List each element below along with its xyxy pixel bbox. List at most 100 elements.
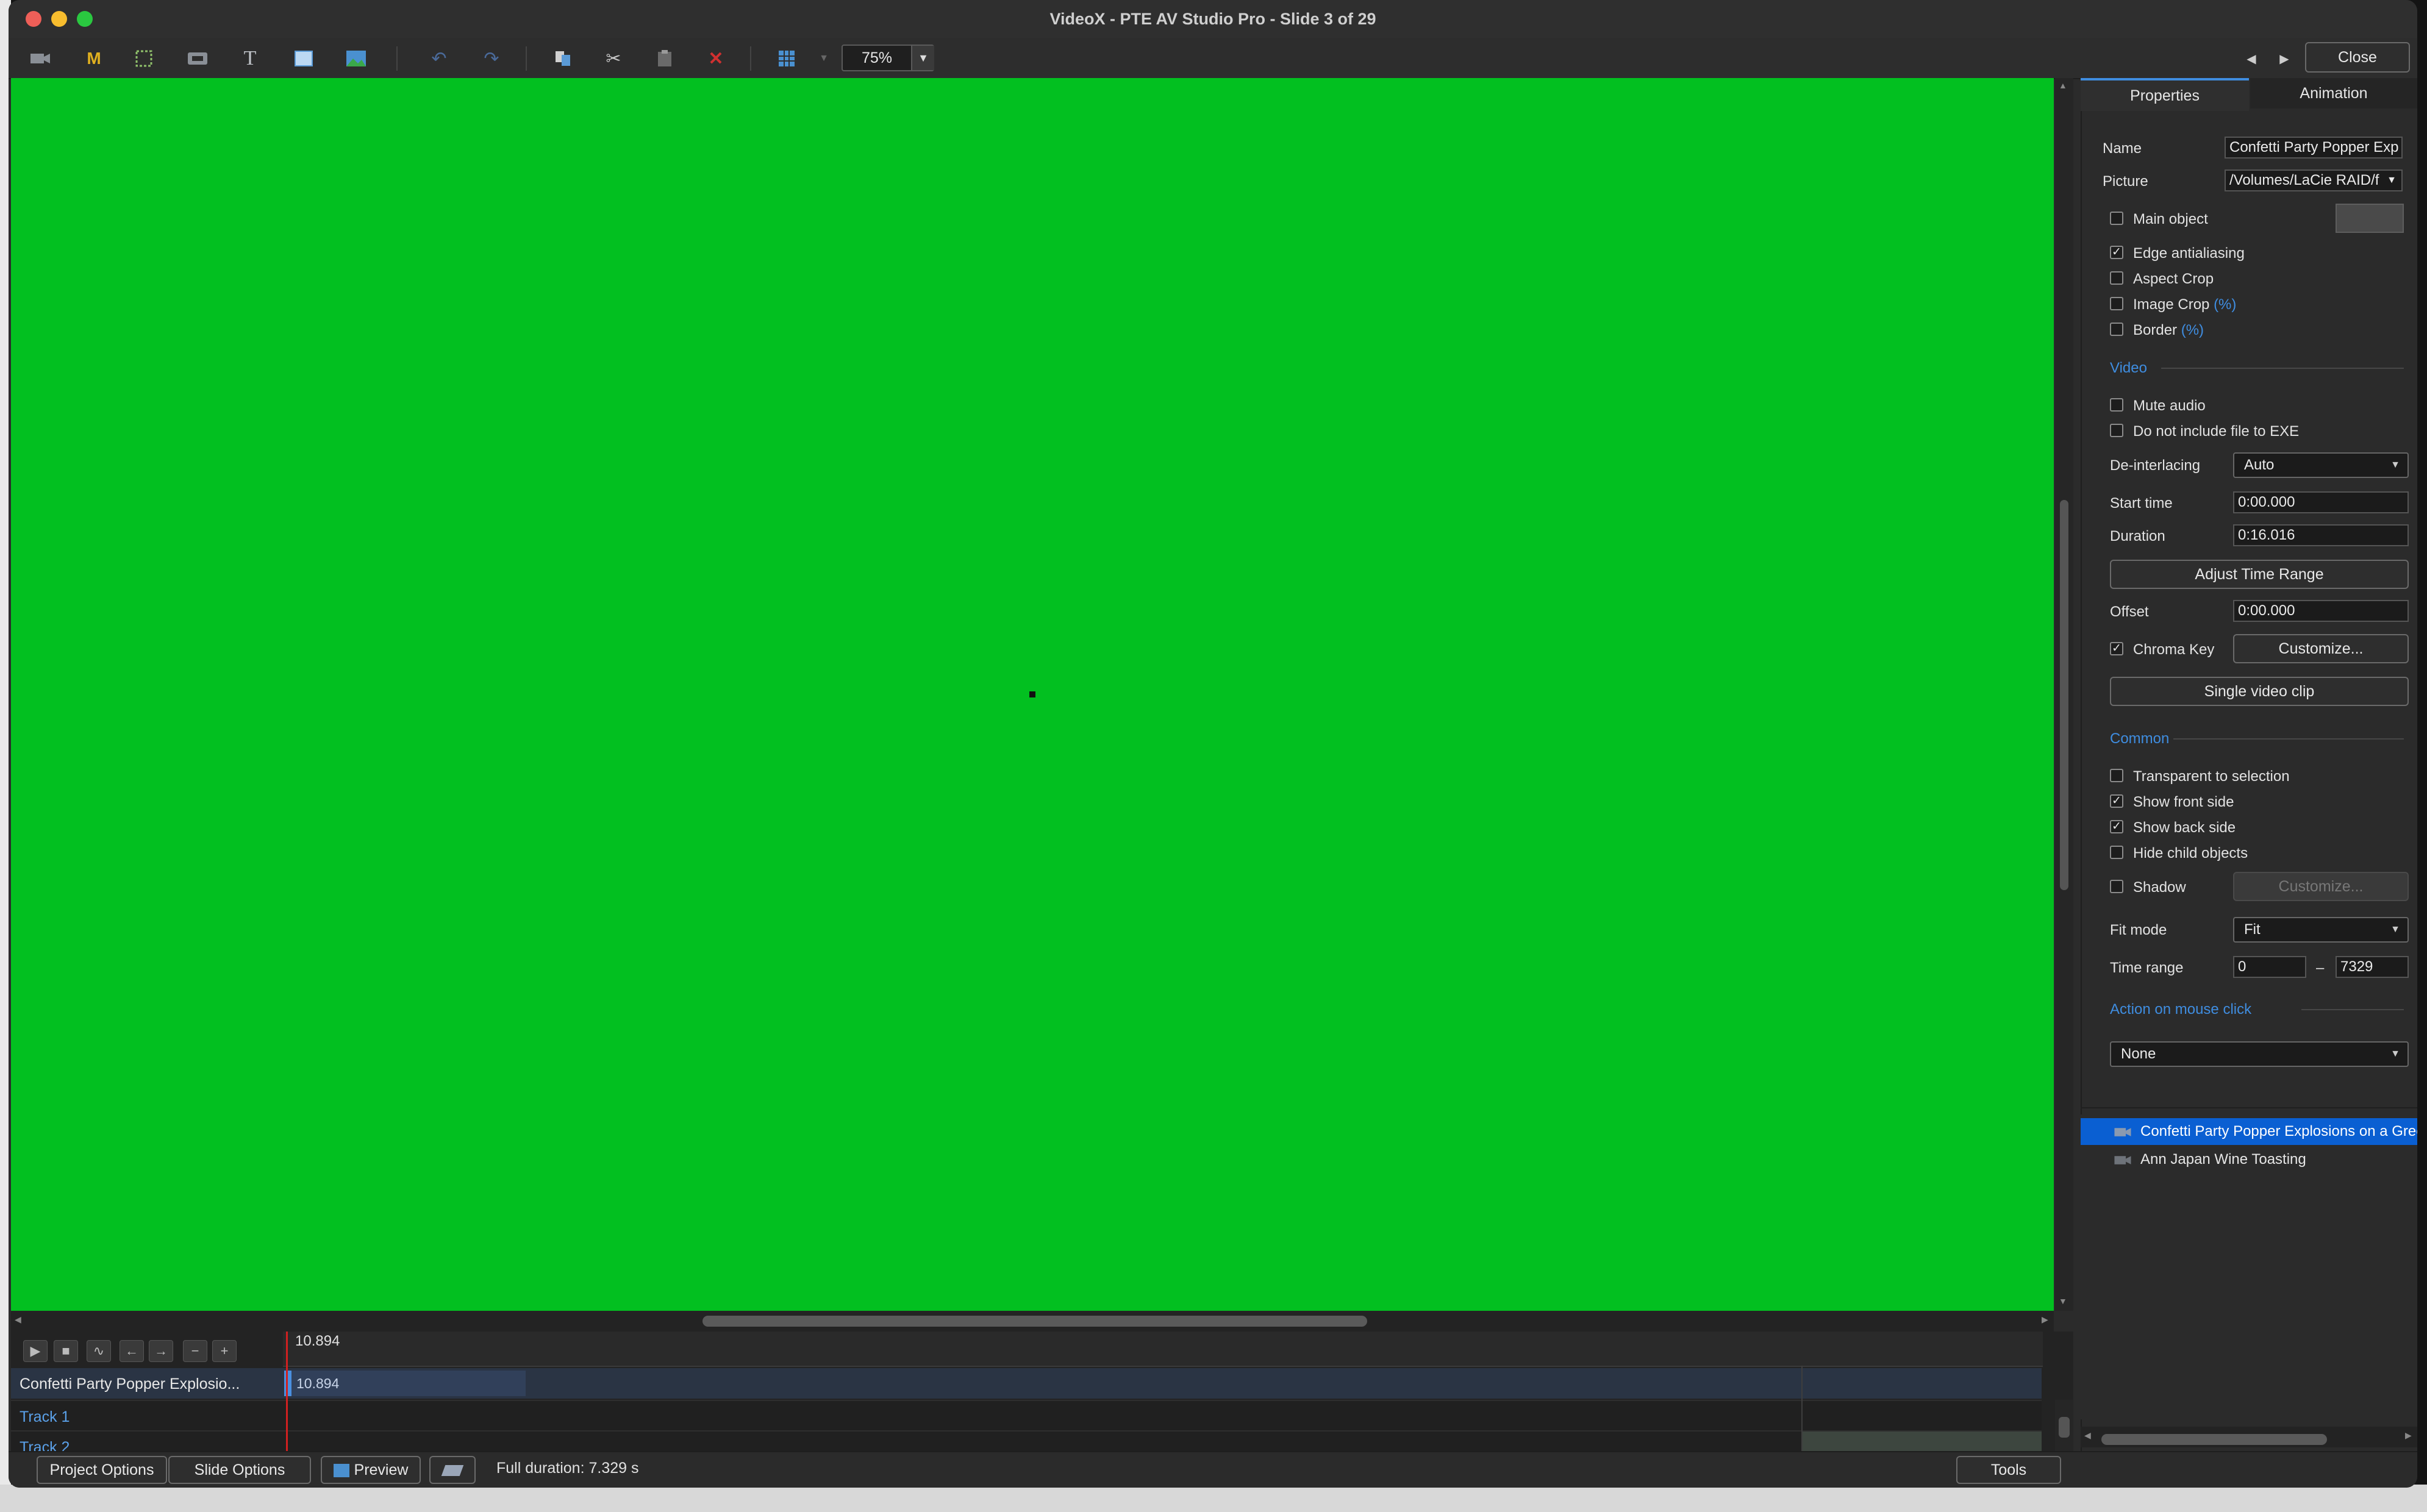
preview-button[interactable]: Preview: [321, 1456, 421, 1484]
play-icon[interactable]: ▶: [23, 1340, 48, 1362]
main-object-swatch[interactable]: [2336, 204, 2404, 233]
paste-icon[interactable]: [652, 46, 677, 71]
transparent-to-selection-checkbox[interactable]: [2110, 769, 2123, 782]
duration-label: Duration: [2110, 528, 2165, 544]
video-object-icon[interactable]: [28, 46, 52, 71]
name-field[interactable]: Confetti Party Popper Exp: [2225, 137, 2403, 159]
main-object-checkbox[interactable]: [2110, 212, 2123, 225]
timeline-ruler[interactable]: [283, 1332, 2043, 1367]
show-front-side-checkbox[interactable]: ✓: [2110, 794, 2123, 808]
timeline-track-2[interactable]: [11, 1430, 2042, 1452]
hide-child-objects-checkbox[interactable]: [2110, 846, 2123, 859]
show-front-side-label: Show front side: [2133, 794, 2234, 810]
tab-properties[interactable]: Properties: [2081, 78, 2249, 111]
mask-icon[interactable]: M: [82, 46, 106, 71]
fit-mode-dropdown[interactable]: Fit ▼: [2233, 917, 2409, 943]
cut-icon[interactable]: ✂: [601, 46, 626, 71]
canvas-horizontal-scroll-thumb[interactable]: [702, 1316, 1367, 1327]
timeline-current-time: 10.894: [295, 1333, 340, 1349]
grid-icon[interactable]: [774, 46, 799, 71]
rectangle-icon[interactable]: [291, 46, 316, 71]
aspect-crop-checkbox[interactable]: [2110, 271, 2123, 285]
delete-icon[interactable]: ✕: [704, 46, 728, 71]
shadow-checkbox[interactable]: [2110, 880, 2123, 893]
timeline-scroll-thumb[interactable]: [2059, 1417, 2070, 1438]
image-crop-percent-link[interactable]: (%): [2214, 296, 2236, 313]
scroll-left-icon[interactable]: ◀: [2084, 1430, 2091, 1441]
next-slide-icon[interactable]: ▶: [2272, 46, 2297, 71]
show-back-side-label: Show back side: [2133, 819, 2236, 836]
chroma-key-checkbox[interactable]: ✓: [2110, 642, 2123, 655]
time-range-from-field[interactable]: 0: [2233, 956, 2306, 978]
stop-icon[interactable]: ■: [54, 1340, 78, 1362]
chevron-down-icon: ▼: [2390, 924, 2400, 935]
copy-icon[interactable]: [551, 46, 576, 71]
tools-button[interactable]: Tools: [1956, 1456, 2061, 1484]
button-icon[interactable]: [185, 46, 210, 71]
frame-icon[interactable]: [132, 46, 156, 71]
scroll-right-icon[interactable]: ▶: [2042, 1314, 2048, 1325]
duration-field[interactable]: 0:16.016: [2233, 524, 2409, 546]
border-checkbox[interactable]: [2110, 323, 2123, 336]
step-forward-icon[interactable]: →: [149, 1340, 173, 1362]
adjust-time-range-button[interactable]: Adjust Time Range: [2110, 560, 2409, 589]
publish-button[interactable]: [429, 1456, 476, 1484]
object-list-item[interactable]: Confetti Party Popper Explosions on a Gr…: [2081, 1118, 2417, 1145]
picture-field[interactable]: /Volumes/LaCie RAID/f ▼: [2225, 169, 2403, 191]
canvas-vertical-scroll-thumb[interactable]: [2060, 500, 2068, 890]
undo-icon[interactable]: ↶: [427, 46, 451, 71]
single-video-clip-button[interactable]: Single video clip: [2110, 677, 2409, 706]
timeline-object-label[interactable]: Confetti Party Popper Explosio...: [20, 1375, 245, 1393]
mute-audio-checkbox[interactable]: [2110, 398, 2123, 412]
clip-handle[interactable]: [284, 1371, 291, 1396]
deinterlacing-dropdown[interactable]: Auto ▼: [2233, 452, 2409, 478]
scroll-right-icon[interactable]: ▶: [2405, 1430, 2412, 1441]
previous-slide-icon[interactable]: ◀: [2239, 46, 2264, 71]
start-time-field[interactable]: 0:00.000: [2233, 491, 2409, 513]
zoom-out-icon[interactable]: −: [183, 1340, 207, 1362]
deinterlacing-value: Auto: [2244, 457, 2275, 473]
track-1-label[interactable]: Track 1: [20, 1408, 245, 1426]
project-options-button[interactable]: Project Options: [37, 1456, 167, 1484]
chroma-key-label: Chroma Key: [2133, 641, 2215, 658]
offset-field[interactable]: 0:00.000: [2233, 600, 2409, 622]
zoom-in-icon[interactable]: +: [212, 1340, 237, 1362]
scroll-up-icon[interactable]: ▲: [2059, 80, 2067, 90]
track-2-clip[interactable]: [1801, 1432, 2042, 1451]
object-list-item-label: Confetti Party Popper Explosions on a Gr…: [2140, 1123, 2417, 1139]
chroma-key-customize-button[interactable]: Customize...: [2233, 634, 2409, 663]
time-range-to-field[interactable]: 7329: [2336, 956, 2409, 978]
panel-horizontal-scroll-thumb[interactable]: [2101, 1434, 2327, 1445]
grid-dropdown-icon[interactable]: ▼: [815, 46, 833, 71]
image-crop-checkbox[interactable]: [2110, 297, 2123, 310]
waveform-icon[interactable]: ∿: [87, 1340, 111, 1362]
do-not-include-checkbox[interactable]: [2110, 424, 2123, 437]
redo-icon[interactable]: ↷: [479, 46, 504, 71]
zoom-select[interactable]: 75% ▼: [842, 45, 934, 71]
text-icon[interactable]: T: [238, 46, 262, 71]
scroll-left-icon[interactable]: ◀: [15, 1314, 21, 1325]
edge-antialiasing-checkbox[interactable]: ✓: [2110, 246, 2123, 259]
chevron-down-icon[interactable]: ▼: [911, 46, 934, 70]
name-label: Name: [2103, 140, 2142, 157]
shadow-customize-button[interactable]: Customize...: [2233, 872, 2409, 901]
scroll-down-icon[interactable]: ▼: [2059, 1296, 2067, 1306]
action-dropdown[interactable]: None ▼: [2110, 1041, 2409, 1067]
chevron-down-icon[interactable]: ▼: [2387, 171, 2397, 190]
image-icon[interactable]: [344, 46, 368, 71]
border-percent-link[interactable]: (%): [2181, 322, 2204, 338]
object-list-item[interactable]: Ann Japan Wine Toasting: [2081, 1146, 2417, 1173]
show-back-side-checkbox[interactable]: ✓: [2110, 820, 2123, 833]
playhead[interactable]: [286, 1332, 288, 1451]
time-range-dash: –: [2316, 960, 2325, 976]
action-section-heading: Action on mouse click: [2110, 1001, 2252, 1018]
picture-label: Picture: [2103, 173, 2148, 190]
timeline-controls: ▶ ■ ∿ ← → − +: [11, 1335, 255, 1366]
tab-animation[interactable]: Animation: [2250, 78, 2417, 109]
slide-options-button[interactable]: Slide Options: [168, 1456, 311, 1484]
step-back-icon[interactable]: ←: [120, 1340, 144, 1362]
object-center-marker[interactable]: [1029, 691, 1035, 697]
close-button[interactable]: Close: [2305, 42, 2410, 73]
timeline-track-1[interactable]: [11, 1400, 2042, 1430]
fit-mode-label: Fit mode: [2110, 922, 2167, 938]
